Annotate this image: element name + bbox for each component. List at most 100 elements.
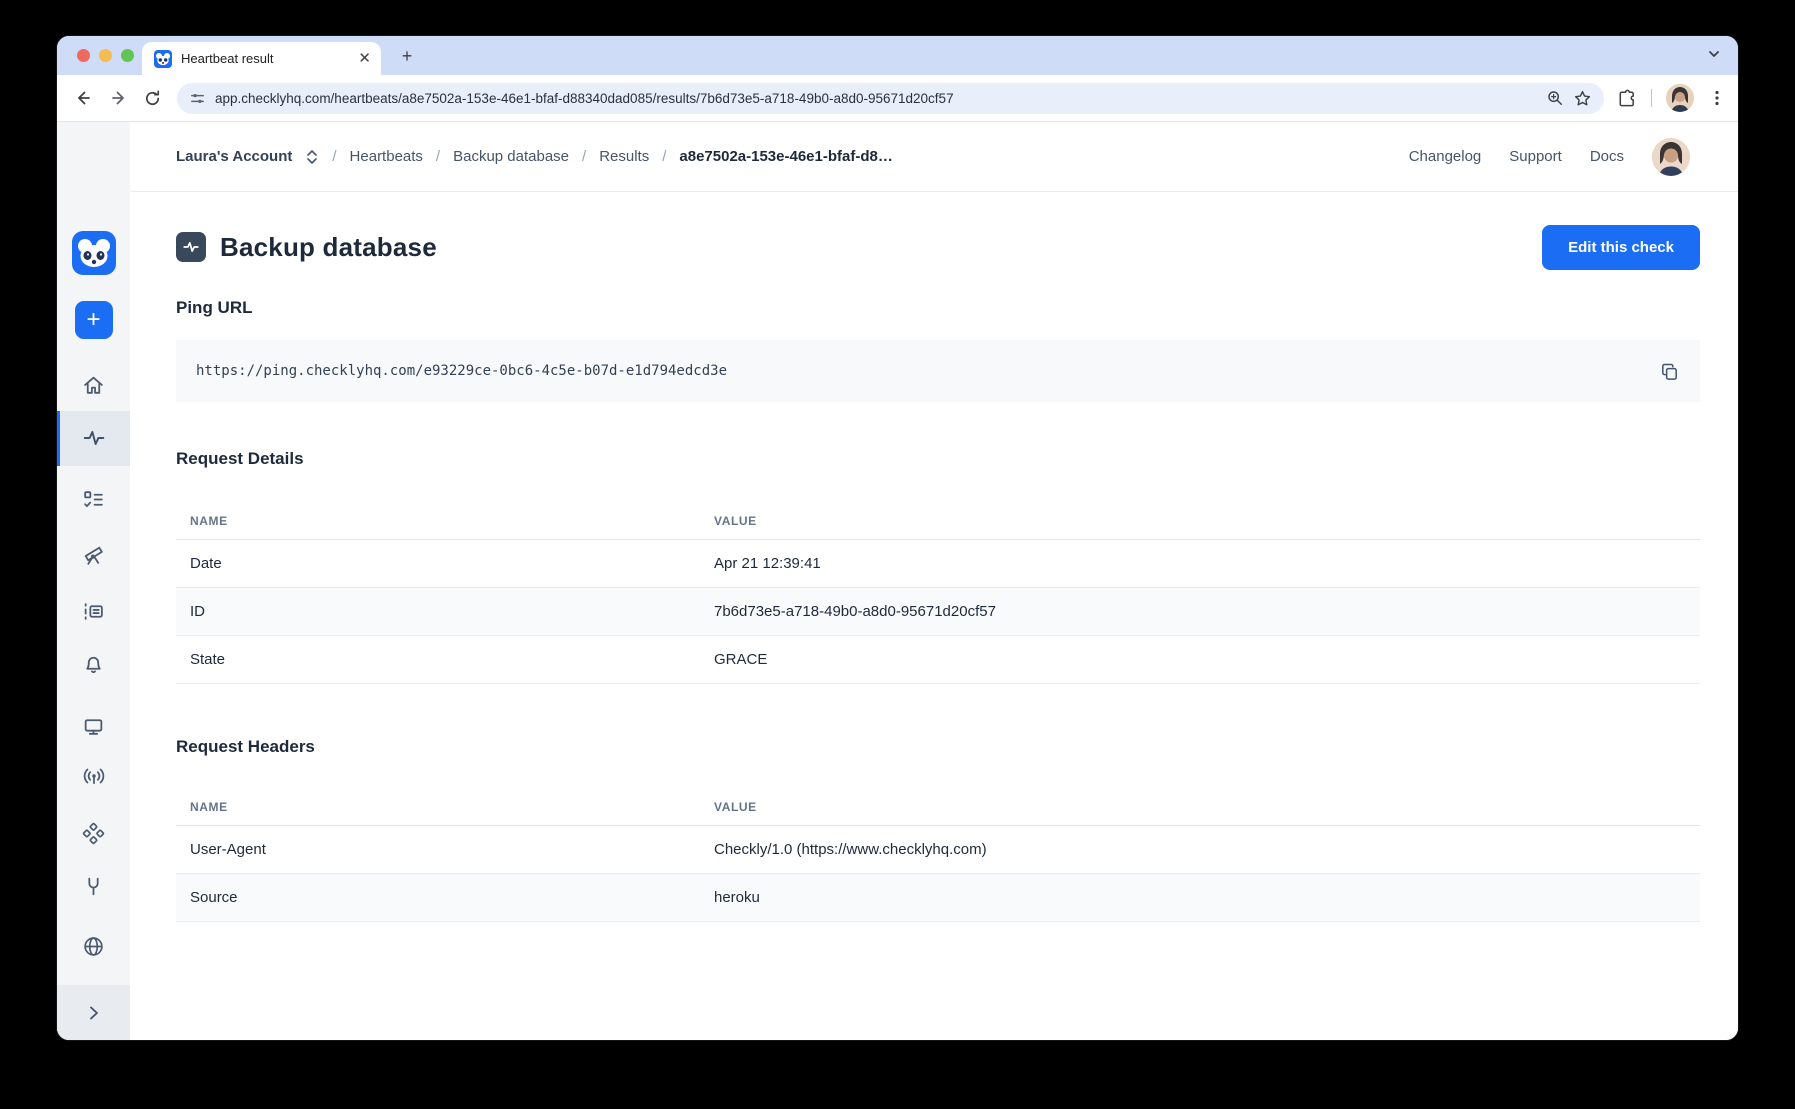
minimize-window-button[interactable]: [99, 49, 112, 62]
sidebar-item-logo[interactable]: [57, 227, 130, 279]
ping-url-value[interactable]: https://ping.checklyhq.com/e93229ce-0bc6…: [196, 363, 1659, 379]
browser-toolbar: app.checklyhq.com/heartbeats/a8e7502a-15…: [57, 75, 1738, 122]
page-content: Backup database Edit this check Ping URL…: [130, 192, 1738, 922]
docs-link[interactable]: Docs: [1590, 148, 1624, 165]
column-header-value: VALUE: [700, 789, 1700, 826]
request-headers-table: NAME VALUE User-Agent Checkly/1.0 (https…: [176, 789, 1700, 923]
checklist-icon: [82, 488, 105, 511]
cell-name: Date: [176, 539, 700, 587]
sidebar-item-home[interactable]: [57, 367, 130, 403]
table-row: User-Agent Checkly/1.0 (https://www.chec…: [176, 826, 1700, 874]
close-window-button[interactable]: [77, 49, 90, 62]
sidebar-item-explore[interactable]: [57, 536, 130, 572]
support-link[interactable]: Support: [1509, 148, 1562, 165]
checkly-favicon-icon: [154, 50, 172, 68]
cell-value: 7b6d73e5-a718-49b0-a8d0-95671d20cf57: [700, 587, 1700, 635]
breadcrumb-separator: /: [662, 148, 666, 165]
url-text[interactable]: app.checklyhq.com/heartbeats/a8e7502a-15…: [215, 91, 1537, 106]
tab-title: Heartbeat result: [181, 51, 349, 66]
sidebar-item-maintenance[interactable]: [57, 593, 130, 629]
sidebar-item-alerts[interactable]: [57, 645, 130, 681]
table-header-row: NAME VALUE: [176, 502, 1700, 539]
breadcrumb-check[interactable]: Backup database: [453, 148, 569, 165]
app-topbar: Laura's Account / Heartbeats / Backup da…: [130, 122, 1738, 192]
page-title: Backup database: [220, 232, 437, 263]
sidebar-item-settings[interactable]: [57, 868, 130, 904]
broadcast-icon: [82, 764, 106, 788]
forward-icon[interactable]: [101, 81, 135, 115]
window-controls[interactable]: [77, 49, 134, 62]
list-box-icon: [82, 600, 105, 623]
sidebar-item-dashboards[interactable]: [57, 708, 130, 744]
ping-url-box: https://ping.checklyhq.com/e93229ce-0bc6…: [176, 340, 1700, 402]
changelog-link[interactable]: Changelog: [1409, 148, 1482, 165]
monitor-icon: [82, 715, 105, 738]
chevron-right-icon: [84, 1003, 104, 1023]
tab-close-icon[interactable]: ✕: [358, 51, 371, 66]
breadcrumb-heartbeats[interactable]: Heartbeats: [350, 148, 423, 165]
request-details-table: NAME VALUE Date Apr 21 12:39:41 ID: [176, 502, 1700, 684]
plus-icon: +: [75, 301, 113, 339]
column-header-name: NAME: [176, 789, 700, 826]
heartbeat-icon: [82, 426, 106, 450]
extensions-puzzle-icon[interactable]: [1616, 88, 1637, 109]
back-icon[interactable]: [67, 81, 101, 115]
cell-value: heroku: [700, 874, 1700, 922]
browser-window: Heartbeat result ✕ + app.checklyhq.com/h…: [57, 36, 1738, 1040]
site-info-icon[interactable]: [189, 90, 206, 107]
topbar-links: Changelog Support Docs: [1409, 148, 1624, 165]
page-title-row: Backup database Edit this check: [176, 224, 1700, 270]
browser-tab[interactable]: Heartbeat result ✕: [142, 42, 381, 75]
edit-check-button[interactable]: Edit this check: [1542, 225, 1700, 270]
bookmark-star-icon[interactable]: [1573, 89, 1592, 108]
cell-value: GRACE: [700, 635, 1700, 683]
sidebar-item-checks[interactable]: [57, 481, 130, 517]
ping-url-label: Ping URL: [176, 298, 1700, 318]
menu-kebab-icon[interactable]: [1708, 89, 1726, 107]
cell-name: Source: [176, 874, 700, 922]
cell-name: ID: [176, 587, 700, 635]
checkly-logo-icon: [72, 231, 116, 275]
request-details-title: Request Details: [176, 448, 1700, 470]
account-switcher[interactable]: Laura's Account: [176, 148, 292, 165]
sidebar-item-heartbeats[interactable]: [57, 420, 130, 456]
cell-value: Checkly/1.0 (https://www.checklyhq.com): [700, 826, 1700, 874]
telescope-icon: [82, 543, 105, 566]
sidebar-item-locations[interactable]: [57, 928, 130, 964]
cell-value: Apr 21 12:39:41: [700, 539, 1700, 587]
sidebar-item-broadcast[interactable]: [57, 758, 130, 794]
reload-icon[interactable]: [135, 81, 169, 115]
breadcrumb: Laura's Account / Heartbeats / Backup da…: [176, 148, 893, 165]
sidebar-item-create[interactable]: +: [57, 301, 130, 339]
table-row: ID 7b6d73e5-a718-49b0-a8d0-95671d20cf57: [176, 587, 1700, 635]
breadcrumb-results[interactable]: Results: [599, 148, 649, 165]
cell-name: User-Agent: [176, 826, 700, 874]
breadcrumb-separator: /: [332, 148, 336, 165]
globe-icon: [82, 935, 105, 958]
table-header-row: NAME VALUE: [176, 789, 1700, 826]
breadcrumb-separator: /: [436, 148, 440, 165]
zoom-window-button[interactable]: [121, 49, 134, 62]
wrench-icon: [82, 875, 105, 898]
new-tab-button[interactable]: +: [395, 44, 419, 68]
column-header-value: VALUE: [700, 502, 1700, 539]
home-icon: [82, 374, 105, 397]
breadcrumb-current-id: a8e7502a-153e-46e1-bfaf-d8…: [679, 148, 892, 165]
app-root: +: [57, 122, 1738, 1040]
account-switcher-chevrons-icon[interactable]: [305, 149, 319, 165]
sidebar-expand-bar[interactable]: [57, 985, 130, 1040]
main-area: Laura's Account / Heartbeats / Backup da…: [130, 122, 1738, 1040]
table-row: State GRACE: [176, 635, 1700, 683]
nodes-icon: [82, 822, 105, 845]
user-avatar[interactable]: [1652, 138, 1690, 176]
heartbeat-check-icon: [176, 232, 206, 262]
tab-search-chevron-icon[interactable]: [1706, 46, 1722, 62]
sidebar-item-integrations[interactable]: [57, 815, 130, 851]
toolbar-separator: [1651, 89, 1652, 107]
copy-icon[interactable]: [1659, 361, 1680, 382]
zoom-page-icon[interactable]: [1546, 89, 1564, 107]
address-bar[interactable]: app.checklyhq.com/heartbeats/a8e7502a-15…: [177, 83, 1604, 114]
tab-strip: Heartbeat result ✕ +: [57, 36, 1738, 75]
cell-name: State: [176, 635, 700, 683]
browser-profile-avatar[interactable]: [1666, 84, 1694, 112]
